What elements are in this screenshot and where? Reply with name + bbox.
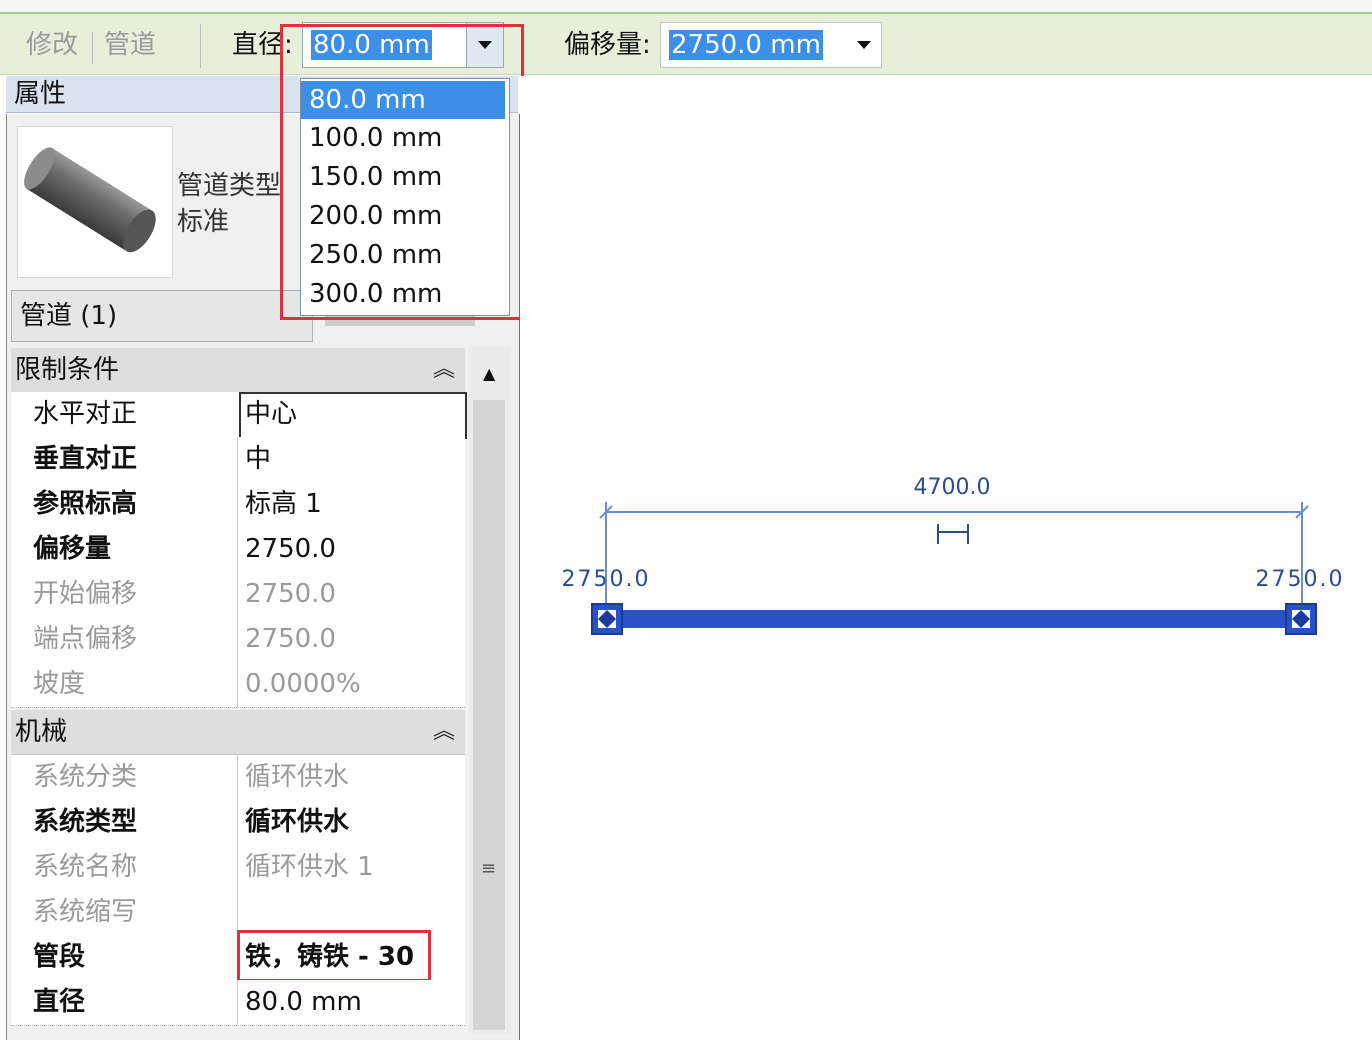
property-key: 开始偏移 (33, 579, 138, 609)
type-preview (17, 126, 173, 278)
type-name: 标准 (177, 207, 230, 237)
start-offset-label[interactable]: 2750.0 (562, 567, 651, 592)
scrollbar-thumb[interactable] (473, 400, 505, 1030)
property-key: 坡度 (33, 669, 86, 699)
property-row[interactable]: 水平对正 中心 (11, 392, 467, 439)
property-key: 参照标高 (33, 489, 138, 519)
end-offset-label[interactable]: 2750.0 (1256, 567, 1345, 592)
property-key: 管段 (33, 942, 86, 972)
property-row: 开始偏移 2750.0 (11, 572, 465, 618)
ribbon-divider (200, 24, 201, 68)
property-value: 2750.0 (245, 624, 336, 654)
pipe-drawing[interactable]: 4700.0 2750.0 2750.0 (520, 76, 1372, 1040)
collapse-icon[interactable]: ︽ (433, 716, 455, 748)
drawing-canvas[interactable]: 4700.0 2750.0 2750.0 (520, 76, 1372, 1040)
property-key: 系统类型 (33, 807, 138, 837)
property-key: 系统缩写 (33, 897, 138, 927)
offset-combo[interactable]: 2750.0 mm (660, 22, 882, 68)
group-constraints[interactable]: 限制条件 ︽ (11, 348, 465, 393)
pipe-start-grip[interactable] (591, 603, 623, 635)
type-category: 管道类型 (177, 171, 282, 201)
property-row: 坡度 0.0000% (11, 662, 465, 708)
ribbon-divider (92, 32, 93, 64)
property-key: 系统分类 (33, 762, 138, 792)
property-row[interactable]: 系统类型 循环供水 (11, 800, 465, 846)
property-value[interactable]: 中心 (245, 399, 297, 429)
selection-label: 管道 (1) (20, 301, 118, 331)
property-key: 端点偏移 (33, 624, 138, 654)
properties-scrollbar[interactable]: ▲ ≡ (469, 346, 511, 1034)
collapse-icon[interactable]: ︽ (433, 354, 455, 386)
property-row[interactable]: 参照标高 标高 1 (11, 482, 465, 528)
property-value[interactable]: 循环供水 (245, 807, 349, 837)
property-key: 直径 (33, 987, 86, 1017)
context-tab-label[interactable]: 管道 (104, 30, 156, 60)
property-row[interactable]: 偏移量 2750.0 (11, 527, 465, 573)
length-dimension[interactable]: 4700.0 (914, 475, 991, 500)
pipe-3d-preview-icon (24, 147, 156, 253)
property-key: 系统名称 (33, 852, 138, 882)
property-row[interactable]: 直径 80.0 mm (11, 980, 465, 1026)
grip-icon: ≡ (481, 858, 497, 879)
property-value[interactable]: 中 (245, 444, 271, 474)
property-row: 端点偏移 2750.0 (11, 617, 465, 663)
instance-selector[interactable]: 管道 (1) (11, 290, 313, 342)
property-row: 系统名称 循环供水 1 (11, 845, 465, 891)
property-value[interactable]: 2750.0 (245, 534, 336, 564)
group-label: 机械 (15, 717, 68, 747)
group-label: 限制条件 (15, 355, 120, 385)
property-key: 垂直对正 (33, 444, 138, 474)
properties-title: 属性 (14, 79, 67, 109)
property-value: 循环供水 1 (245, 852, 374, 882)
dropdown-arrow-icon[interactable] (857, 41, 871, 49)
property-value: 循环供水 (245, 762, 350, 792)
group-mechanical[interactable]: 机械 ︽ (11, 710, 465, 755)
segment-highlight-box (237, 930, 431, 982)
dimension-drag-icon[interactable] (937, 524, 969, 544)
diameter-highlight-box (280, 24, 524, 320)
property-row: 系统分类 循环供水 (11, 755, 465, 801)
property-row[interactable]: 垂直对正 中 (11, 437, 465, 483)
offset-label: 偏移量: (564, 30, 651, 60)
pipe-segment[interactable] (616, 610, 1304, 628)
options-bar: 修改 管道 直径: 80.0 mm 偏移量: 2750.0 mm (0, 14, 1372, 75)
property-value[interactable]: 80.0 mm (245, 987, 362, 1017)
modify-tab-label[interactable]: 修改 (26, 30, 78, 60)
property-value: 2750.0 (245, 579, 336, 609)
property-value: 0.0000% (245, 669, 361, 699)
offset-value[interactable]: 2750.0 mm (669, 30, 823, 60)
title-strip (0, 0, 1372, 14)
property-key: 水平对正 (33, 399, 138, 429)
property-key: 偏移量 (33, 534, 112, 564)
pipe-end-grip[interactable] (1285, 603, 1317, 635)
property-value[interactable]: 标高 1 (245, 489, 322, 519)
scroll-up-icon[interactable]: ▲ (483, 364, 495, 383)
